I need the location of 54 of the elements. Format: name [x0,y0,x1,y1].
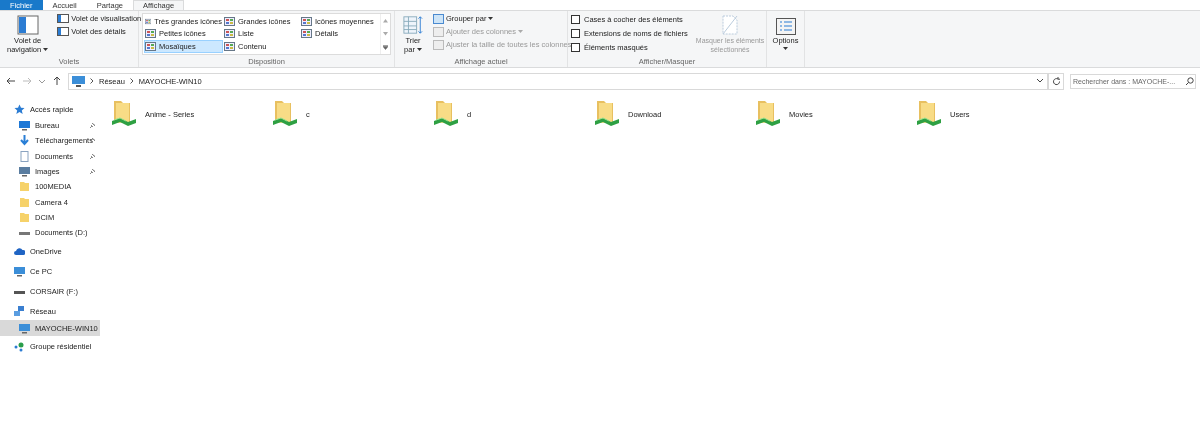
caret-icon [518,29,524,34]
refresh-button[interactable] [1048,72,1064,90]
page-icon [722,15,739,35]
caret-icon [416,47,422,52]
pin-icon[interactable] [89,152,96,160]
expand-icon[interactable] [383,44,388,50]
homegroup-icon [14,341,25,353]
layout-icon [145,41,156,51]
shared-folder-icon [432,99,458,129]
columns-icon [433,13,444,24]
columns-icon [433,39,444,50]
caret-icon [488,16,494,21]
sort-icon [402,15,424,35]
pc-icon [19,322,30,334]
search-icon [1185,76,1194,86]
pin-icon[interactable] [89,122,96,130]
chevron-right-icon[interactable] [129,78,134,84]
pin-icon[interactable] [89,168,96,176]
shared-folder-icon [271,99,297,129]
shared-folder-icon [915,99,941,129]
image-icon [19,166,30,178]
pane-icon [57,14,70,23]
layout-icon [145,29,156,39]
layout-icon [224,29,235,39]
download-icon [19,135,30,147]
network-icon [14,305,25,317]
desktop-icon [19,120,30,132]
layout-icon [301,16,312,26]
layout-icon [301,29,312,39]
computer-icon [72,75,85,87]
chevron-right-icon[interactable] [90,78,94,84]
pc-icon [14,265,25,277]
shared-folder-icon [110,99,136,129]
caret-icon [783,46,788,51]
columns-icon [433,26,444,37]
layout-icon [224,16,235,26]
pane-icon [16,15,39,35]
folder-icon [19,211,30,223]
list-icon [775,18,796,35]
chevron-down-icon[interactable] [1036,77,1044,85]
cloud-icon [14,245,25,257]
shared-folder-icon [593,99,619,129]
caret-icon [43,47,49,52]
pane-icon [57,27,70,36]
folder-icon [19,196,30,208]
layout-icon [224,41,235,51]
folder-icon [19,181,30,193]
document-icon [19,150,30,162]
refresh-icon [1051,76,1061,86]
shared-folder-icon [754,99,780,129]
star-icon [14,103,25,115]
layout-icon [145,16,152,26]
back-icon[interactable] [6,76,16,86]
up-icon[interactable] [52,76,62,86]
